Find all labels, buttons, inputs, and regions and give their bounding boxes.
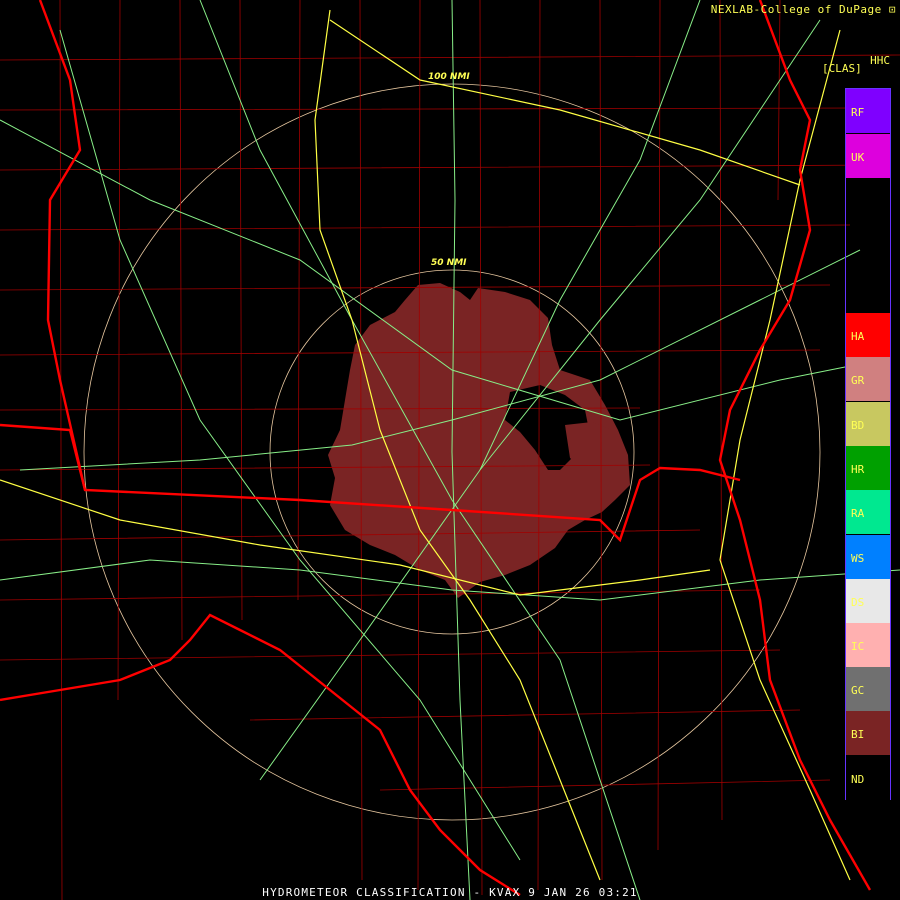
source-credit: NEXLAB-College of DuPage ⊡ — [711, 3, 896, 16]
legend-label-ws: WS — [851, 552, 865, 565]
interstate-16 — [329, 19, 801, 186]
interstate-95 — [719, 29, 851, 881]
legend-label-ic: IC — [851, 640, 865, 653]
legend-label-bd: BD — [851, 419, 865, 432]
legend-label-rf: RF — [851, 106, 865, 119]
legend-label-hr: HR — [851, 463, 865, 476]
state-border-al-ga — [38, 0, 87, 491]
product-title: HYDROMETEOR CLASSIFICATION - KVAX 9 JAN … — [262, 886, 638, 899]
legend-label-uk: UK — [851, 151, 865, 164]
legend-label-gr: GR — [851, 374, 865, 387]
logo-icon: ⊡ — [888, 3, 896, 16]
credit-text: NEXLAB-College of DuPage — [710, 3, 882, 16]
radar-map — [0, 0, 900, 900]
radar-display: 100 NMI 50 NMI NEXLAB-College of DuPage … — [0, 0, 900, 900]
range-ring-50nmi-label: 50 NMI — [431, 258, 467, 268]
legend-label-nd: ND — [851, 773, 865, 786]
legend-label-ra: RA — [851, 507, 865, 520]
radar-echo-area — [328, 283, 630, 598]
legend-label-gc: GC — [851, 684, 865, 697]
legend-label-bi: BI — [851, 728, 865, 741]
legend-title: [CLAS] — [822, 62, 862, 75]
legend-label-ds: DS — [851, 596, 865, 609]
legend-label-ha: HA — [851, 330, 865, 343]
product-code: HHC — [870, 54, 890, 67]
range-ring-100nmi-label: 100 NMI — [428, 72, 470, 82]
